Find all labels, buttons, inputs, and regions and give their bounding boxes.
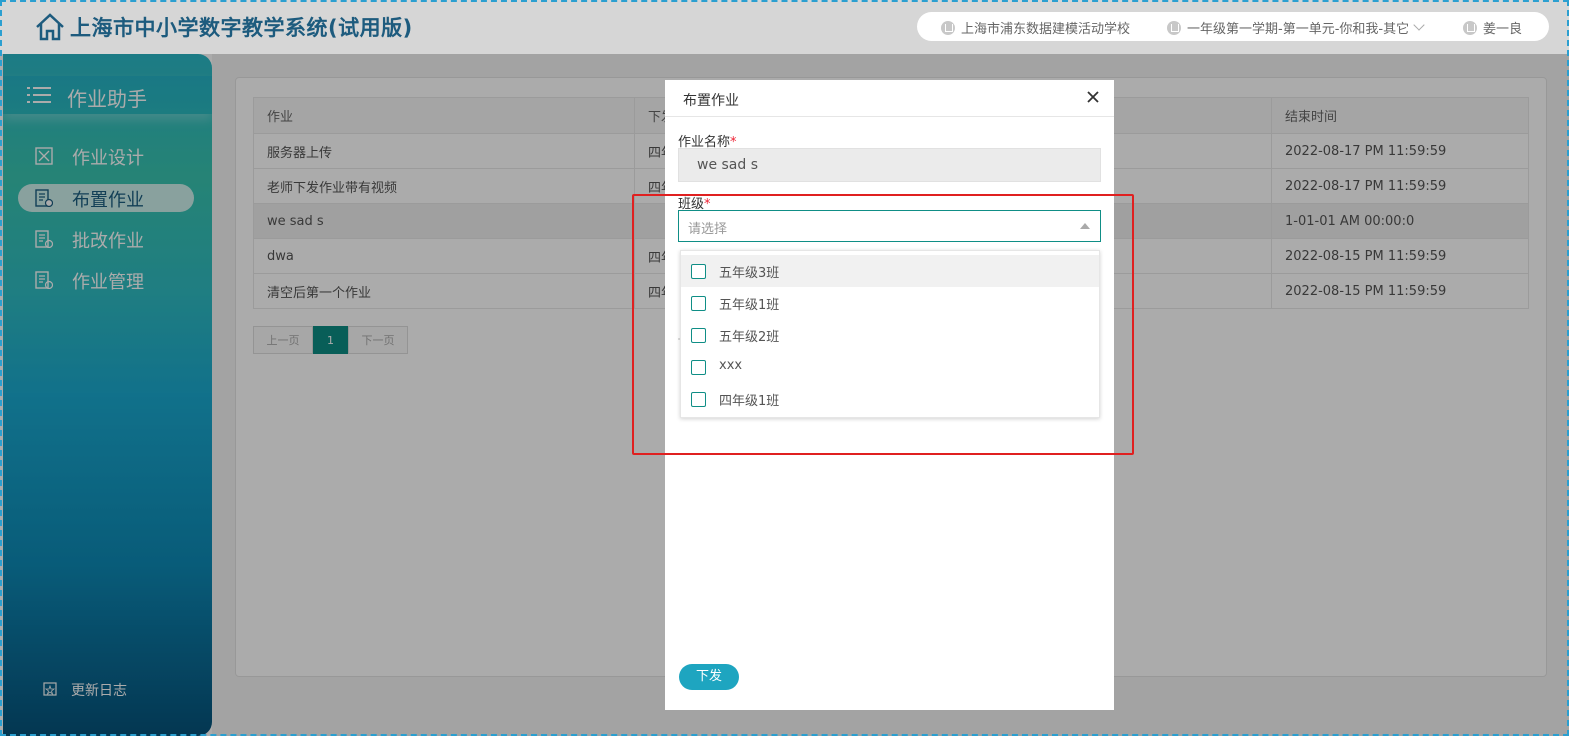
- school-selector[interactable]: 上海市浦东数据建模活动学校: [941, 18, 1130, 37]
- course-icon: [1167, 20, 1181, 35]
- dialog-header: 布置作业: [665, 80, 1114, 117]
- user-menu[interactable]: 姜一良: [1463, 18, 1522, 37]
- highlight-annotation: [632, 194, 1134, 455]
- app-header: 上海市中小学数字教学系统(试用版) 上海市浦东数据建模活动学校 一年级第一学期-…: [0, 0, 1569, 54]
- school-icon: [941, 20, 955, 35]
- home-icon[interactable]: [34, 12, 66, 42]
- user-name: 姜一良: [1483, 22, 1523, 37]
- submit-button[interactable]: 下发: [679, 664, 739, 690]
- user-avatar-icon: [1463, 20, 1477, 35]
- header-info-bar: 上海市浦东数据建模活动学校 一年级第一学期-第一单元-你和我-其它 姜一良: [917, 12, 1549, 41]
- homework-name-field[interactable]: we sad s: [678, 148, 1101, 182]
- dialog-title: 布置作业: [683, 93, 739, 109]
- chevron-down-icon: [1413, 19, 1425, 31]
- course-selector[interactable]: 一年级第一学期-第一单元-你和我-其它: [1167, 18, 1425, 37]
- close-icon[interactable]: [1086, 90, 1100, 104]
- app-title: 上海市中小学数字教学系统(试用版): [70, 16, 413, 40]
- course-name: 一年级第一学期-第一单元-你和我-其它: [1187, 22, 1410, 37]
- school-name: 上海市浦东数据建模活动学校: [961, 22, 1131, 37]
